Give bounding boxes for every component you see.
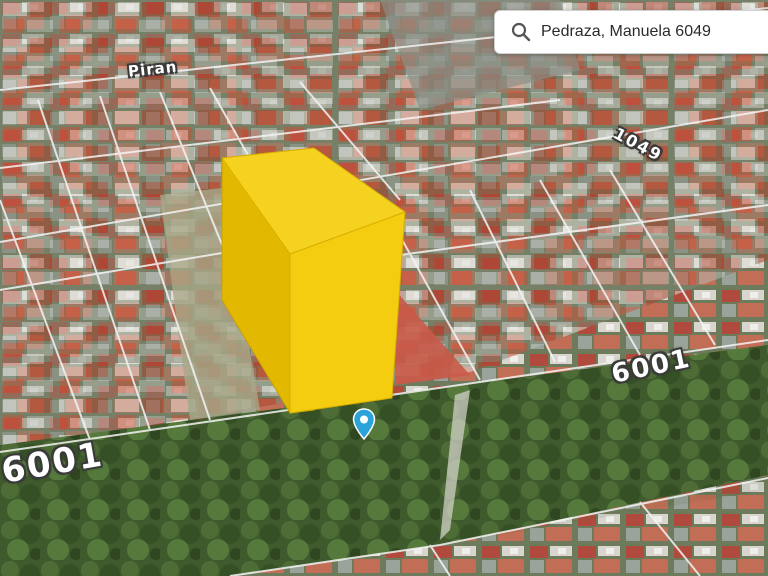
location-pin-icon[interactable]	[352, 408, 376, 441]
search-bar[interactable]	[494, 10, 768, 54]
search-input[interactable]	[541, 23, 768, 41]
map-view[interactable]	[0, 0, 768, 576]
search-icon[interactable]	[511, 22, 531, 42]
